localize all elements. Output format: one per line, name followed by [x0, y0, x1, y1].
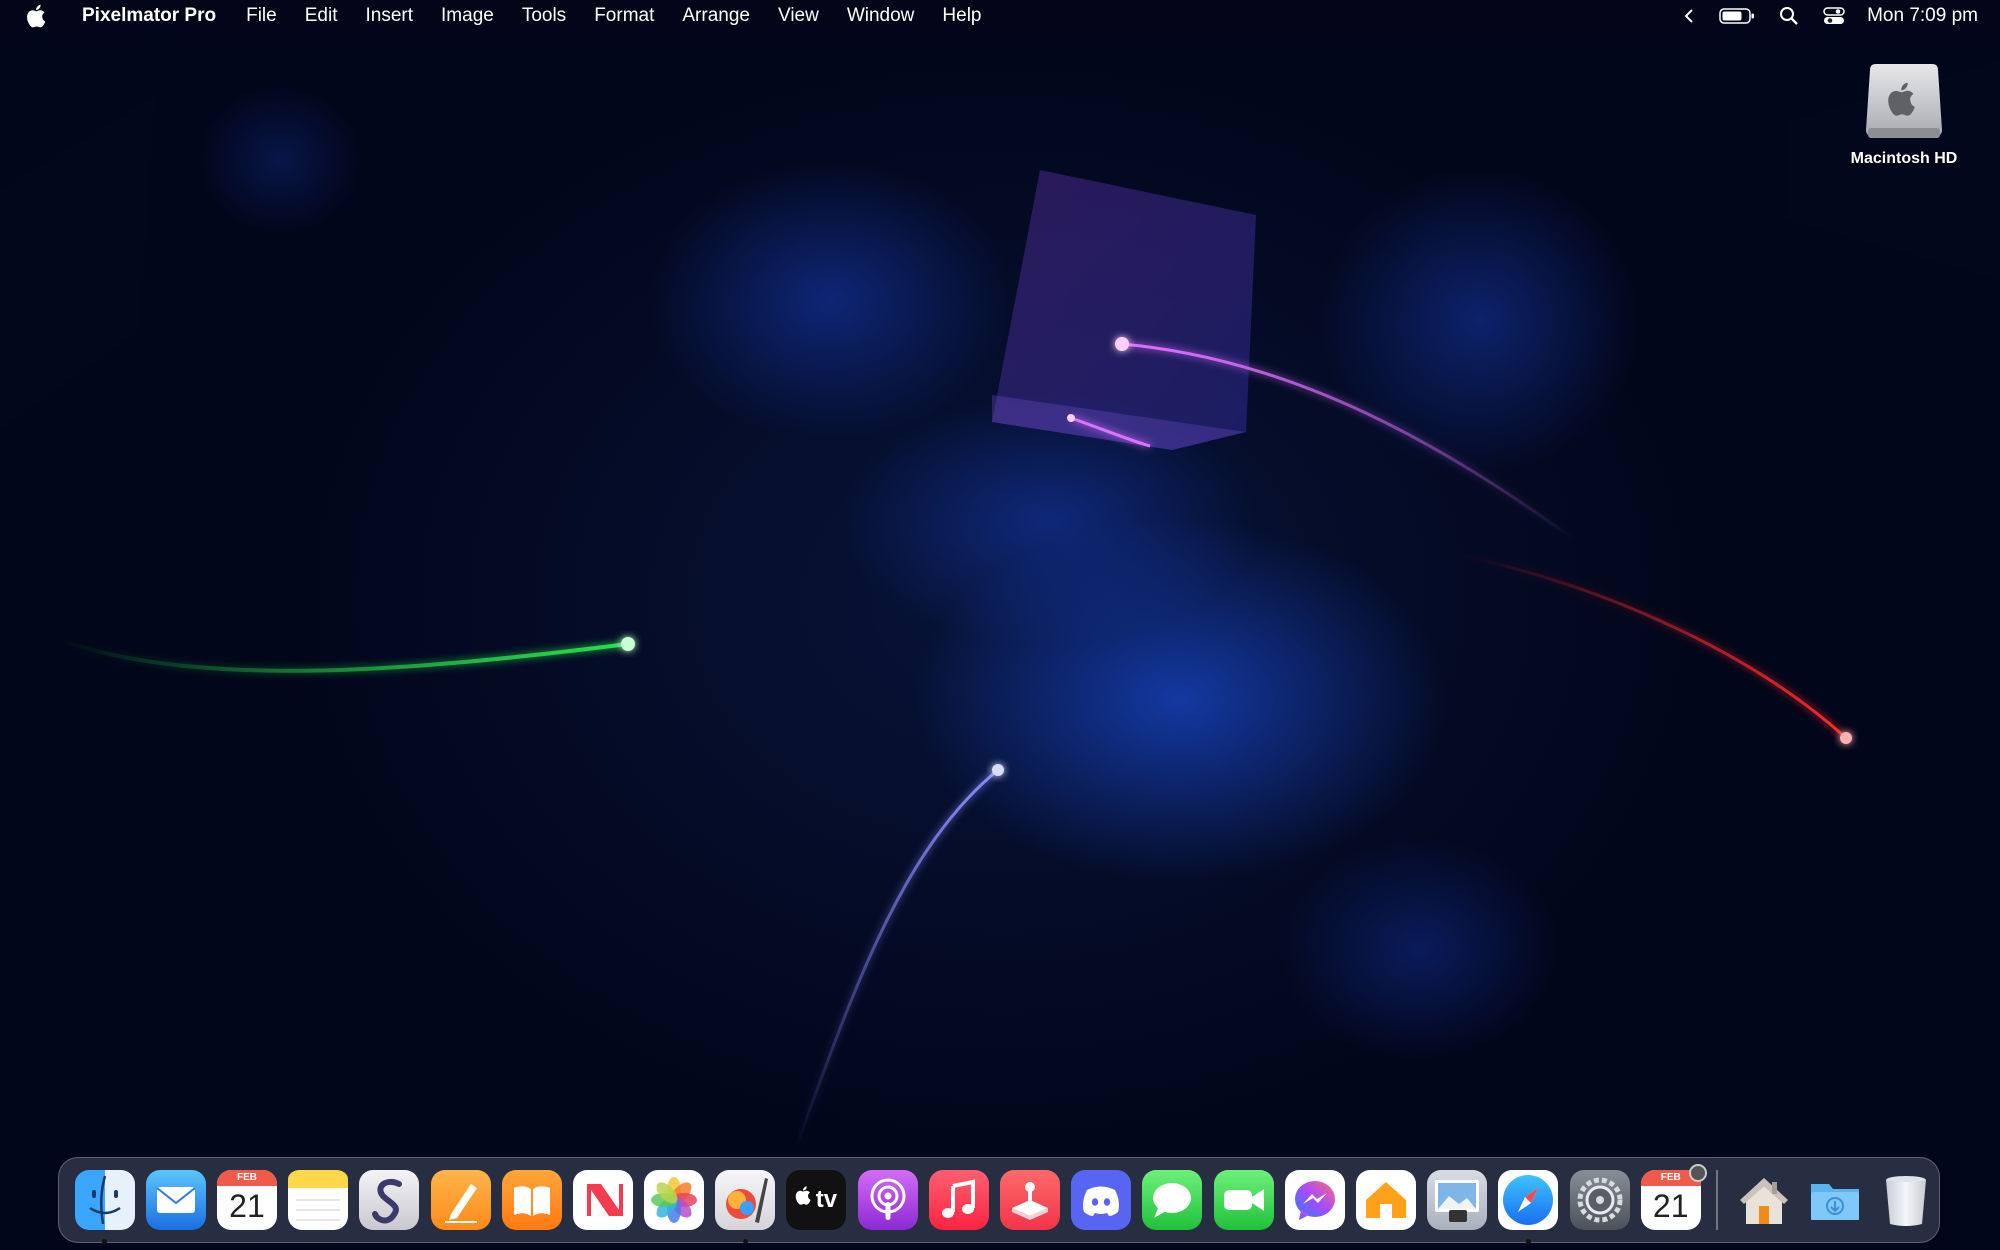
hard-drive-icon [1866, 64, 1942, 138]
dock-app-apple-tv[interactable]: tv [786, 1170, 847, 1230]
news-icon [586, 1184, 623, 1216]
menu-arrange[interactable]: Arrange [668, 0, 764, 31]
apple-logo-icon[interactable] [26, 4, 48, 28]
messages-icon [1153, 1183, 1192, 1218]
dock-app-calendar-2[interactable]: FEB 21 [1640, 1164, 1707, 1230]
menu-view[interactable]: View [764, 0, 833, 31]
blue-light-trail [793, 768, 999, 1151]
podcasts-icon [870, 1178, 906, 1220]
dock-home-folder[interactable] [1734, 1170, 1794, 1230]
dock: FEB 21 tv FEB 21 [58, 1157, 1940, 1244]
dock-app-photos[interactable] [644, 1170, 705, 1230]
finder-icon [88, 1175, 121, 1225]
green-light-trail [59, 638, 629, 673]
trash-icon [1886, 1176, 1927, 1226]
facetime-icon [1223, 1189, 1264, 1211]
menu-format[interactable]: Format [580, 0, 668, 31]
app-name-menu[interactable]: Pixelmator Pro [74, 0, 232, 31]
house-icon [1739, 1178, 1788, 1224]
dock-app-system-settings[interactable] [1569, 1170, 1630, 1230]
menu-file[interactable]: File [232, 0, 291, 31]
discord-icon [1083, 1186, 1120, 1216]
purple-light-orb [1115, 337, 1129, 351]
dock-app-scrivener[interactable] [359, 1170, 420, 1230]
gear-icon [1577, 1177, 1623, 1223]
dock-app-news[interactable] [572, 1170, 633, 1230]
books-icon [513, 1186, 550, 1216]
calendar-day: 21 [1652, 1188, 1689, 1224]
dock-app-pixelmator-pro[interactable] [715, 1170, 776, 1244]
home-icon [1365, 1182, 1406, 1218]
downloads-folder-icon [1811, 1184, 1860, 1220]
dock-trash[interactable] [1876, 1170, 1936, 1230]
apple-tv-label: tv [815, 1186, 838, 1213]
menu-insert[interactable]: Insert [351, 0, 427, 31]
battery-icon[interactable] [1719, 0, 1755, 31]
dock-app-finder[interactable] [74, 1170, 135, 1244]
menu-edit[interactable]: Edit [291, 0, 352, 31]
scrivener-icon [372, 1178, 403, 1224]
arcade-joystick-icon [1012, 1182, 1049, 1220]
dock-separator [1716, 1170, 1719, 1230]
running-indicator [1525, 1239, 1531, 1244]
dock-app-facetime[interactable] [1213, 1170, 1274, 1230]
calendar-day: 21 [229, 1188, 265, 1224]
search-icon[interactable] [1779, 0, 1799, 31]
calendar-month: FEB [236, 1172, 257, 1183]
dock-app-arcade[interactable] [1000, 1170, 1061, 1230]
blue-light-orb [992, 764, 1004, 776]
music-icon [941, 1179, 975, 1218]
running-indicator [742, 1239, 748, 1244]
menu-image[interactable]: Image [427, 0, 508, 31]
dock-app-messenger[interactable] [1284, 1170, 1345, 1230]
mail-icon [156, 1187, 196, 1213]
dock-app-discord[interactable] [1071, 1170, 1132, 1230]
photos-icon [651, 1177, 698, 1223]
dock-app-messages[interactable] [1142, 1170, 1203, 1230]
dock-app-preview[interactable] [1427, 1170, 1488, 1230]
control-center-icon[interactable] [1823, 0, 1845, 31]
corner-shape-left [0, 95, 155, 430]
chevron-left-icon[interactable] [1683, 0, 1695, 31]
menu-help[interactable]: Help [928, 0, 995, 31]
dock-app-calendar[interactable]: FEB 21 [216, 1170, 277, 1230]
dock-app-podcasts[interactable] [857, 1170, 918, 1230]
dock-downloads-folder[interactable] [1805, 1170, 1865, 1230]
macintosh-hd-desktop-icon[interactable]: Macintosh HD [1834, 60, 1974, 168]
notes-icon [288, 1170, 349, 1221]
small-pink-orb [1067, 414, 1075, 422]
pages-icon [444, 1184, 477, 1223]
preview-icon [1435, 1180, 1480, 1222]
pixelmator-pro-icon [726, 1178, 769, 1223]
macintosh-hd-label: Macintosh HD [1850, 150, 1958, 167]
calendar-month: FEB [1660, 1172, 1681, 1183]
dock-app-mail[interactable] [145, 1170, 206, 1230]
red-light-trail [1459, 553, 1848, 740]
dock-app-home[interactable] [1355, 1170, 1416, 1230]
dock-app-pages[interactable] [430, 1170, 491, 1230]
dock-app-books[interactable] [501, 1170, 562, 1230]
dock-app-music[interactable] [928, 1170, 989, 1230]
safari-compass-icon [1503, 1175, 1554, 1225]
notification-badge-icon [1688, 1164, 1707, 1182]
desktop-wallpaper [0, 0, 2000, 1250]
messenger-icon [1294, 1181, 1335, 1220]
menu-tools[interactable]: Tools [508, 0, 580, 31]
wallpaper-graphic [0, 60, 2000, 1151]
green-light-orb [621, 637, 635, 651]
dock-app-safari[interactable] [1498, 1170, 1559, 1244]
menu-bar: Pixelmator Pro File Edit Insert Image To… [0, 0, 2000, 31]
red-light-orb [1840, 732, 1852, 744]
menu-window[interactable]: Window [833, 0, 929, 31]
dock-app-notes[interactable] [288, 1170, 349, 1230]
menu-bar-clock[interactable]: Mon 7:09 pm [1867, 5, 1978, 27]
